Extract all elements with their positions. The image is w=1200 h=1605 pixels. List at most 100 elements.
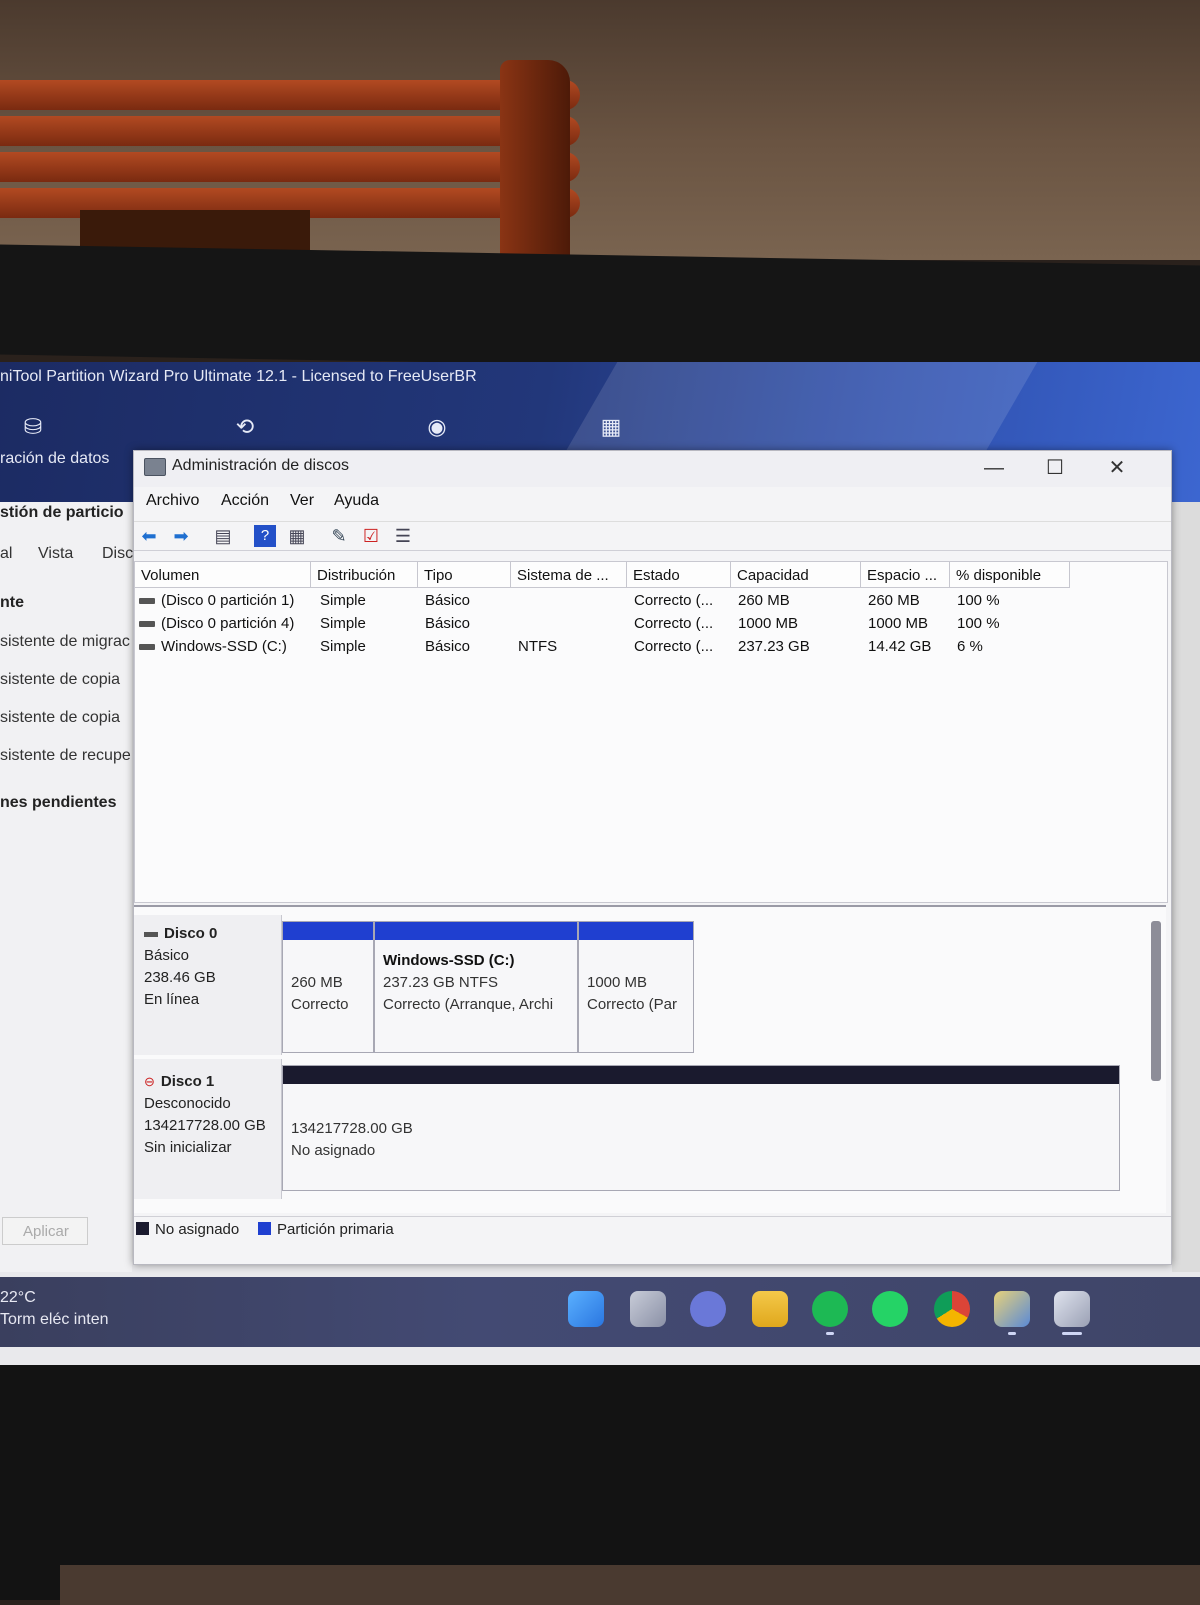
- column-volumen[interactable]: Volumen: [135, 562, 311, 588]
- disk-1-unallocated[interactable]: 134217728.00 GB No asignado: [282, 1065, 1120, 1191]
- toolbar: ⬅ ➡ ▤ ? ▦ ✎ ☑ ☰: [134, 521, 1171, 551]
- volume-icon: [139, 644, 155, 651]
- volume-pct: 100 %: [957, 615, 1000, 632]
- volume-pct: 100 %: [957, 592, 1000, 609]
- column-capacidad[interactable]: Capacidad: [731, 562, 861, 588]
- space-analyzer-icon[interactable]: ▦: [598, 414, 624, 440]
- volume-status: Correcto (...: [634, 638, 714, 655]
- list-view-icon[interactable]: ☰: [392, 525, 414, 547]
- disk-0-partition-1[interactable]: 260 MB Correcto: [282, 921, 374, 1053]
- menu-archivo[interactable]: Archivo: [146, 492, 199, 510]
- menu-accion[interactable]: Acción: [221, 492, 269, 510]
- partition-status: No asignado: [291, 1142, 376, 1159]
- volume-status: Correcto (...: [634, 615, 714, 632]
- unallocated-bar: [283, 1066, 1119, 1084]
- properties-icon[interactable]: ▦: [286, 525, 308, 547]
- sidebar-tab-disco[interactable]: Disc: [102, 545, 133, 563]
- disk-management-icon[interactable]: [1054, 1291, 1090, 1327]
- column-distribucion[interactable]: Distribución: [311, 562, 418, 588]
- disk-state: En línea: [144, 991, 200, 1008]
- check-icon[interactable]: ☑: [360, 525, 382, 547]
- volume-layout: Simple: [320, 638, 366, 655]
- back-icon[interactable]: ⬅: [138, 525, 160, 547]
- maximize-button[interactable]: ☐: [1032, 453, 1078, 483]
- apply-button[interactable]: Aplicar: [2, 1217, 88, 1245]
- volume-row[interactable]: Windows-SSD (C:) Simple Básico NTFS Corr…: [135, 636, 1167, 659]
- screen: niTool Partition Wizard Pro Ultimate 12.…: [0, 362, 1200, 1367]
- partition-status: Correcto: [291, 996, 349, 1013]
- menu-ver[interactable]: Ver: [290, 492, 314, 510]
- disk-type: Básico: [144, 947, 190, 964]
- file-explorer-icon[interactable]: [752, 1291, 788, 1327]
- show-hide-console-tree-icon[interactable]: ▤: [212, 525, 234, 547]
- volume-icon: [139, 621, 155, 628]
- weather-widget[interactable]: 22°C Torm eléc inten: [0, 1287, 109, 1331]
- close-button[interactable]: ✕: [1094, 453, 1140, 483]
- volume-row[interactable]: (Disco 0 partición 1) Simple Básico Corr…: [135, 590, 1167, 613]
- disk-0-partition-c[interactable]: Windows-SSD (C:) 237.23 GB NTFS Correcto…: [374, 921, 578, 1053]
- partition-size: 237.23 GB NTFS: [383, 974, 499, 991]
- task-view-icon[interactable]: [630, 1291, 666, 1327]
- chrome-icon[interactable]: [934, 1291, 970, 1327]
- partition-recovery-icon[interactable]: ⟲: [232, 414, 258, 440]
- disk-view-scrollbar[interactable]: [1151, 921, 1161, 1081]
- background-chair: [0, 60, 600, 260]
- app-icon[interactable]: [994, 1291, 1030, 1327]
- disk-name: Disco 1: [160, 1073, 215, 1090]
- minimize-button[interactable]: —: [971, 453, 1017, 483]
- partition-title: Windows-SSD (C:): [383, 952, 515, 969]
- temperature: 22°C: [0, 1289, 36, 1306]
- primary-partition-bar: [283, 922, 373, 940]
- volume-capacity: 260 MB: [738, 592, 790, 609]
- disk-management-window: Administración de discos — ☐ ✕ Archivo A…: [133, 450, 1172, 1265]
- column-tipo[interactable]: Tipo: [418, 562, 511, 588]
- spotify-icon[interactable]: [812, 1291, 848, 1327]
- primary-partition-bar: [375, 922, 577, 940]
- disk-name: Disco 0: [164, 925, 218, 942]
- volume-free: 1000 MB: [868, 615, 929, 632]
- disk-benchmark-icon[interactable]: ◉: [424, 414, 450, 440]
- column-sistema[interactable]: Sistema de ...: [511, 562, 627, 588]
- title-bar[interactable]: Administración de discos — ☐ ✕: [134, 451, 1171, 487]
- help-icon[interactable]: ?: [254, 525, 276, 547]
- sidebar-item-recovery[interactable]: sistente de recupe: [0, 747, 131, 765]
- unallocated-swatch: [136, 1222, 149, 1235]
- disk-1-label[interactable]: ⊖ Disco 1 Desconocido 134217728.00 GB Sin…: [134, 1059, 282, 1199]
- disk-0-partition-4[interactable]: 1000 MB Correcto (Par: [578, 921, 694, 1053]
- sidebar-item-copy-partition[interactable]: sistente de copia: [0, 709, 120, 727]
- header-highlight: [565, 362, 1055, 452]
- data-recovery-icon[interactable]: ⛁: [20, 414, 46, 440]
- disk-error-icon: ⊖: [144, 1074, 155, 1089]
- sidebar-item-migration[interactable]: sistente de migrac: [0, 633, 130, 651]
- sidebar-tab-vista[interactable]: Vista: [38, 545, 73, 563]
- volume-name: (Disco 0 partición 4): [161, 615, 295, 632]
- chat-icon[interactable]: [690, 1291, 726, 1327]
- forward-icon[interactable]: ➡: [170, 525, 192, 547]
- apply-label: Aplicar: [23, 1223, 69, 1240]
- disk-type: Desconocido: [144, 1095, 231, 1112]
- sidebar-tab[interactable]: al: [0, 545, 12, 563]
- disk-state: Sin inicializar: [144, 1139, 232, 1156]
- graphical-disk-view: Disco 0 Básico 238.46 GB En línea 260 MB…: [134, 905, 1166, 1213]
- sidebar-section-title: stión de particio: [0, 504, 124, 521]
- menu-ayuda[interactable]: Ayuda: [334, 492, 379, 510]
- volume-type: Básico: [425, 638, 471, 655]
- weather-text: Torm eléc inten: [0, 1311, 109, 1328]
- volume-pct: 6 %: [957, 638, 983, 655]
- volume-row[interactable]: (Disco 0 partición 4) Simple Básico Corr…: [135, 613, 1167, 636]
- whatsapp-icon[interactable]: [872, 1291, 908, 1327]
- sidebar-item-copy-disk[interactable]: sistente de copia: [0, 671, 120, 689]
- volume-free: 260 MB: [868, 592, 920, 609]
- column-disponible[interactable]: % disponible: [950, 562, 1070, 588]
- connect-icon[interactable]: ✎: [328, 525, 350, 547]
- window-title: Administración de discos: [172, 457, 349, 474]
- column-espacio[interactable]: Espacio ...: [861, 562, 950, 588]
- menu-bar: Archivo Acción Ver Ayuda: [134, 489, 1171, 517]
- data-recovery-label[interactable]: ración de datos: [0, 450, 109, 468]
- start-icon[interactable]: [568, 1291, 604, 1327]
- column-estado[interactable]: Estado: [627, 562, 731, 588]
- disk-0-label[interactable]: Disco 0 Básico 238.46 GB En línea: [134, 915, 282, 1055]
- active-app-indicator: [1062, 1332, 1082, 1335]
- partition-size: 1000 MB: [587, 974, 648, 991]
- chair-slat: [0, 116, 580, 146]
